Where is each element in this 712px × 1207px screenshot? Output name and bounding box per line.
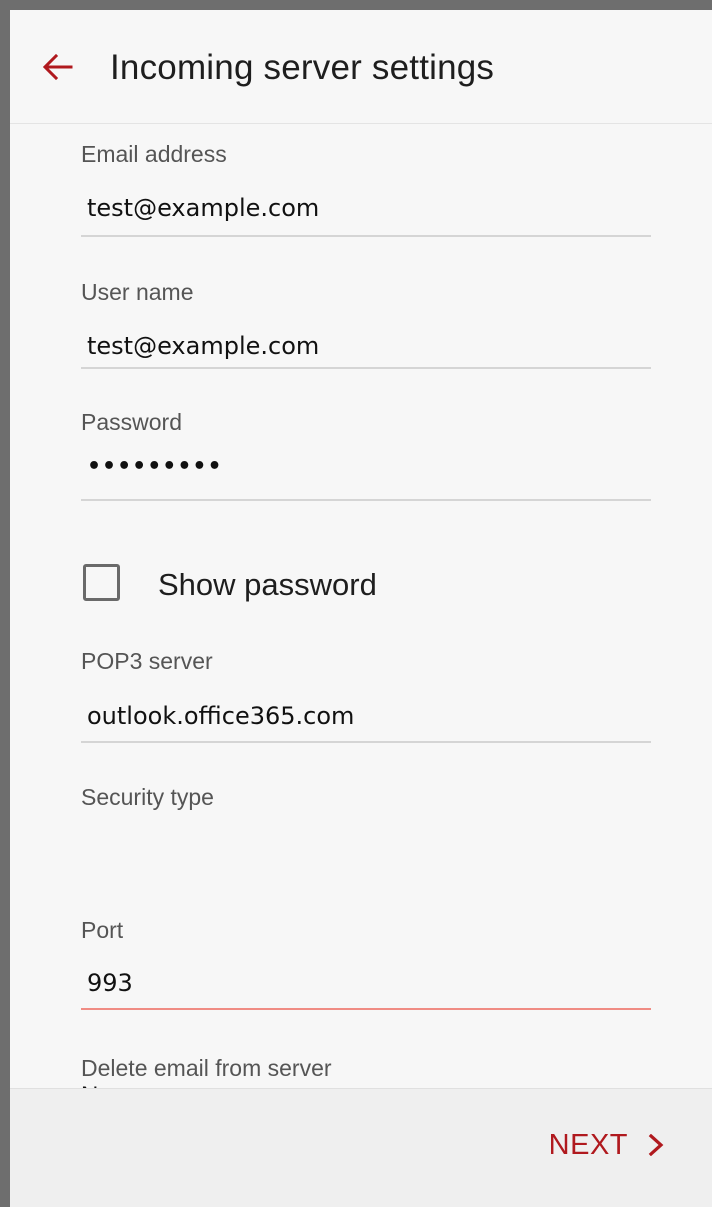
show-password-checkbox[interactable] (83, 564, 120, 601)
page-title: Incoming server settings (110, 48, 495, 87)
port-underline (81, 1008, 651, 1010)
email-field[interactable]: test@example.com (81, 194, 651, 222)
next-button[interactable]: NEXT (549, 1125, 664, 1165)
email-label: Email address (81, 141, 227, 167)
password-label: Password (81, 409, 182, 435)
app-window: Incoming server settings Email address t… (0, 0, 712, 1207)
app-header: Incoming server settings (10, 10, 712, 124)
show-password-label[interactable]: Show password (158, 567, 377, 603)
email-underline (81, 235, 651, 237)
port-label: Port (81, 917, 124, 943)
password-field[interactable]: ••••••••• (81, 454, 651, 479)
arrow-left-icon[interactable] (42, 53, 73, 81)
username-field[interactable]: test@example.com (81, 332, 651, 360)
chevron-right-icon (648, 1133, 664, 1157)
port-field[interactable]: 993 (81, 969, 651, 997)
pop3-server-label: POP3 server (81, 648, 213, 674)
username-underline (81, 367, 651, 369)
username-label: User name (81, 279, 194, 305)
bottom-bar: NEXT (10, 1088, 712, 1207)
pop3-server-underline (81, 741, 651, 743)
next-label: NEXT (548, 1128, 628, 1161)
password-underline (81, 499, 651, 501)
pop3-server-field[interactable]: outlook.office365.com (81, 702, 651, 730)
delete-email-label: Delete email from server (81, 1055, 332, 1081)
security-type-label: Security type (81, 784, 214, 810)
settings-form: Email address test@example.com User name… (10, 124, 712, 1088)
